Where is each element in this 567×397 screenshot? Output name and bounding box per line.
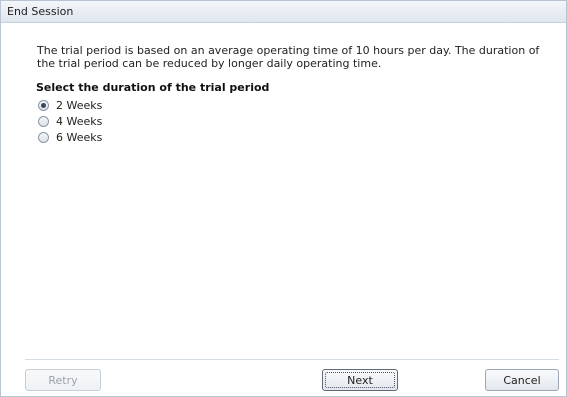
radio-label-4-weeks: 4 Weeks xyxy=(56,114,103,128)
title-bar[interactable]: End Session xyxy=(1,1,566,23)
end-session-dialog: End Session The trial period is based on… xyxy=(0,0,567,397)
next-button[interactable]: Next xyxy=(322,369,398,391)
radio-label-2-weeks: 2 Weeks xyxy=(56,98,103,112)
duration-heading: Select the duration of the trial period xyxy=(36,81,270,94)
duration-radio-group: 2 Weeks 4 Weeks 6 Weeks xyxy=(38,97,102,145)
radio-option-6-weeks[interactable]: 6 Weeks xyxy=(38,129,102,145)
next-button-label: Next xyxy=(347,373,373,387)
dialog-content: The trial period is based on an average … xyxy=(1,24,566,359)
footer-separator xyxy=(25,359,559,360)
window-title: End Session xyxy=(7,5,74,18)
retry-button[interactable]: Retry xyxy=(25,369,101,391)
trial-description: The trial period is based on an average … xyxy=(37,44,540,70)
radio-button-2-weeks[interactable] xyxy=(38,99,49,111)
cancel-button[interactable]: Cancel xyxy=(485,369,559,391)
radio-option-4-weeks[interactable]: 4 Weeks xyxy=(38,113,102,129)
radio-button-4-weeks[interactable] xyxy=(38,115,49,127)
radio-label-6-weeks: 6 Weeks xyxy=(56,130,103,144)
radio-option-2-weeks[interactable]: 2 Weeks xyxy=(38,97,102,113)
radio-button-6-weeks[interactable] xyxy=(38,131,49,143)
